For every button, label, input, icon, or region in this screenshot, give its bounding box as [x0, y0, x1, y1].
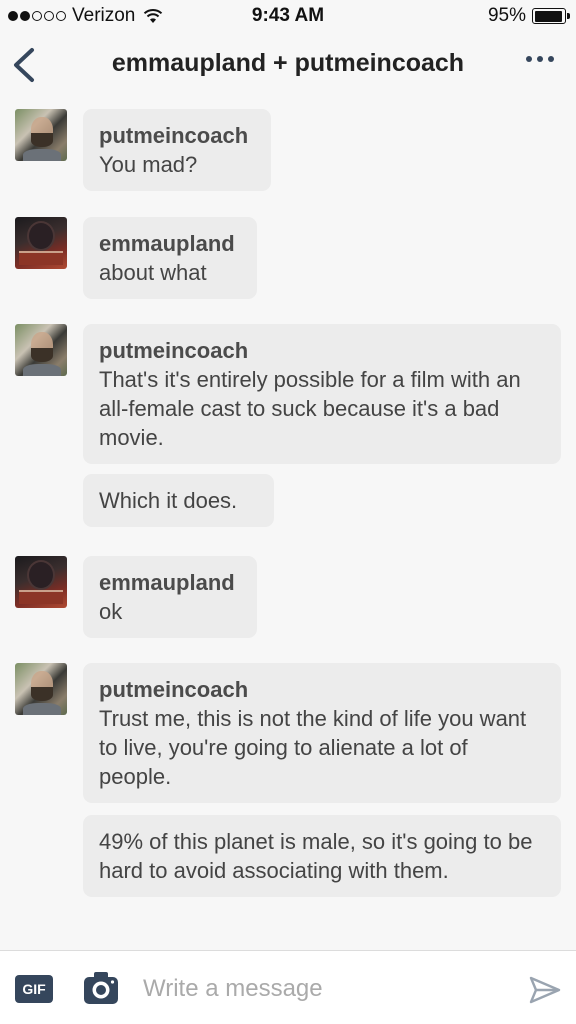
message-bubble: 49% of this planet is male, so it's goin…: [83, 815, 561, 897]
message-text: about what: [99, 260, 207, 285]
message-text: Which it does.: [99, 488, 238, 513]
message-text: You mad?: [99, 152, 198, 177]
message-text: Trust me, this is not the kind of life y…: [99, 706, 527, 789]
message-author[interactable]: emmaupland: [99, 229, 241, 258]
status-bar: Verizon 9:43 AM 95%: [0, 0, 576, 34]
conversation-title: emmaupland + putmeincoach: [111, 49, 465, 77]
message-composer: GIF: [0, 950, 576, 1024]
status-right: 95%: [487, 5, 570, 27]
more-options-icon[interactable]: [526, 56, 554, 62]
message-author[interactable]: putmeincoach: [99, 336, 545, 365]
send-icon[interactable]: [528, 973, 562, 1007]
avatar-emmaupland[interactable]: [15, 217, 67, 269]
avatar-putmeincoach[interactable]: [15, 324, 67, 376]
battery-icon: [532, 8, 570, 24]
message-author[interactable]: emmaupland: [99, 568, 241, 597]
message-author[interactable]: putmeincoach: [99, 675, 545, 704]
message-text: That's it's entirely possible for a film…: [99, 367, 521, 450]
message-bubble: Which it does.: [83, 474, 274, 527]
message-input[interactable]: [143, 971, 513, 1007]
message-bubble: emmaupland ok: [83, 556, 257, 638]
avatar-putmeincoach[interactable]: [15, 663, 67, 715]
message-bubble: emmaupland about what: [83, 217, 257, 299]
nav-bar: emmaupland + putmeincoach: [0, 34, 576, 96]
message-bubble: putmeincoach Trust me, this is not the k…: [83, 663, 561, 803]
avatar-emmaupland[interactable]: [15, 556, 67, 608]
message-text: 49% of this planet is male, so it's goin…: [99, 829, 533, 883]
message-bubble: putmeincoach You mad?: [83, 109, 271, 191]
avatar-putmeincoach[interactable]: [15, 109, 67, 161]
gif-button[interactable]: GIF: [15, 975, 53, 1003]
message-text: ok: [99, 599, 123, 624]
camera-icon[interactable]: [83, 971, 119, 1005]
message-bubble: putmeincoach That's it's entirely possib…: [83, 324, 561, 464]
battery-percent: 95%: [487, 5, 526, 26]
message-author[interactable]: putmeincoach: [99, 121, 255, 150]
